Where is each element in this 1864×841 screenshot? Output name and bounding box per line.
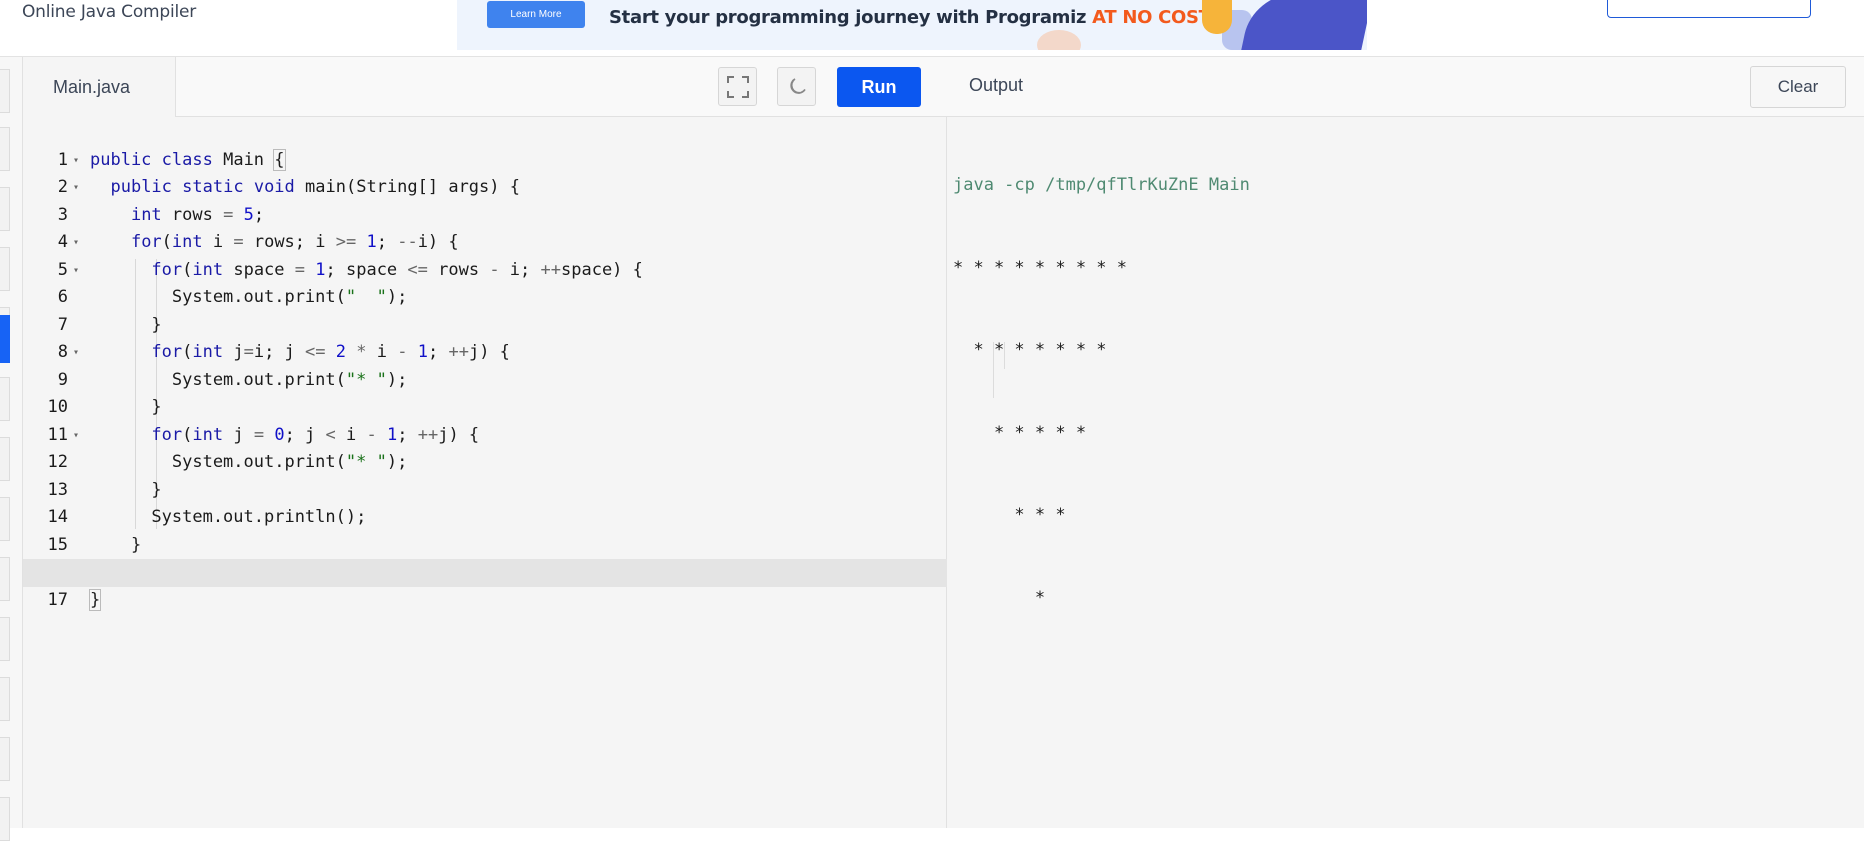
output-command: java -cp /tmp/qfTlrKuZnE Main xyxy=(953,175,1250,195)
fullscreen-button[interactable] xyxy=(718,67,757,106)
sidebar-tab[interactable] xyxy=(0,247,10,291)
sidebar-tab[interactable] xyxy=(0,377,10,421)
code-line[interactable]: 16 } xyxy=(23,532,947,582)
sidebar-tab[interactable] xyxy=(0,797,10,841)
code-line[interactable]: 3 int rows = 5; xyxy=(23,174,947,225)
sidebar-tab[interactable] xyxy=(0,127,10,171)
code-line[interactable]: 7 } xyxy=(23,284,947,335)
code-line[interactable]: 13 } xyxy=(23,449,947,500)
expand-icon xyxy=(726,75,749,98)
code-line[interactable]: 15 } xyxy=(23,504,947,555)
sidebar-tab[interactable] xyxy=(0,187,10,231)
output-line: * * * * * * * * * xyxy=(953,257,1138,278)
site-title[interactable]: Online Java Compiler xyxy=(22,2,196,22)
output-line: * * * * * * * xyxy=(953,340,1117,360)
output-title: Output xyxy=(969,75,1024,95)
editor-pane: Main.java Run 1 ▾ public class Main { 2 ▾ p… xyxy=(23,57,947,828)
sidebar-tab[interactable] xyxy=(0,497,10,541)
code-text: } xyxy=(88,588,102,611)
code-line[interactable]: 5 ▾ for(int space = 1; space <= rows - i;… xyxy=(23,229,947,280)
sidebar-tab[interactable] xyxy=(0,437,10,481)
file-tab-main-java[interactable]: Main.java xyxy=(23,57,176,117)
sidebar-tab[interactable] xyxy=(0,677,10,721)
sidebar-tab[interactable] xyxy=(0,737,10,781)
sidebar-tab-java[interactable] xyxy=(0,315,10,363)
banner-highlight: AT NO COST xyxy=(1092,7,1208,28)
code-line[interactable]: 14 System.out.println(); xyxy=(23,477,947,527)
language-sidebar xyxy=(0,57,23,841)
sidebar-tab[interactable] xyxy=(0,617,10,661)
clear-button[interactable]: Clear xyxy=(1750,66,1846,108)
top-right-control[interactable] xyxy=(1607,0,1811,18)
code-line[interactable]: 11 ▾ for(int j = 0; j < i - 1; ++j) { xyxy=(23,394,947,445)
banner-text: Start your programming journey with Prog… xyxy=(609,7,1215,28)
output-line: * xyxy=(953,587,1056,608)
code-editor[interactable]: 1 ▾ public class Main { 2 ▾ public static v… xyxy=(23,117,947,828)
code-line[interactable]: 1 ▾ public class Main { xyxy=(23,119,947,171)
python-logo-icon xyxy=(1202,0,1232,34)
sidebar-tab[interactable] xyxy=(0,557,10,601)
output-toolbar: Output Clear xyxy=(947,57,1864,117)
sidebar-tab[interactable] xyxy=(0,69,10,113)
theme-toggle-button[interactable] xyxy=(777,67,816,106)
ad-banner[interactable]: Learn More Start your programming journe… xyxy=(457,0,1367,50)
line-number: 17 xyxy=(47,589,68,610)
code-line[interactable]: 2 ▾ public static void main(String[] args… xyxy=(23,147,947,197)
banner-text-main: Start your programming journey with Prog… xyxy=(609,7,1093,28)
output-pane: Output Clear java -cp /tmp/qfTlrKuZnE Ma… xyxy=(947,57,1864,828)
output-console[interactable]: java -cp /tmp/qfTlrKuZnE Main * * * * * … xyxy=(953,117,1250,667)
moon-icon xyxy=(789,77,806,94)
output-line: * * * * * xyxy=(953,422,1097,443)
code-line[interactable]: 12 System.out.print("* "); xyxy=(23,422,947,472)
run-button[interactable]: Run xyxy=(837,67,921,107)
top-bar: Online Java Compiler Learn More Start yo… xyxy=(0,0,1864,57)
editor-toolbar: Main.java Run xyxy=(23,57,947,117)
code-line[interactable]: 6 System.out.print(" "); xyxy=(23,257,947,307)
banner-illustration xyxy=(1240,0,1367,50)
banner-illustration xyxy=(1037,30,1081,50)
code-line[interactable]: 8 ▾ for(int j=i; j <= 2 * i - 1; ++j) { xyxy=(23,312,947,362)
output-line: * * * xyxy=(953,505,1076,525)
code-line[interactable]: 10 } xyxy=(23,367,947,417)
code-line[interactable]: 4 ▾ for(int i = rows; i >= 1; --i) { xyxy=(23,202,947,252)
code-line-current[interactable]: 17} xyxy=(23,559,947,611)
code-line[interactable]: 9 System.out.print("* "); xyxy=(23,339,947,390)
learn-more-button[interactable]: Learn More xyxy=(487,1,585,28)
